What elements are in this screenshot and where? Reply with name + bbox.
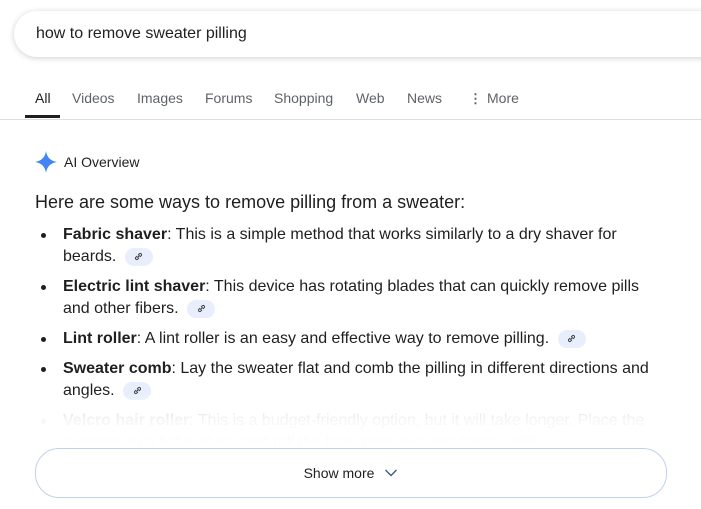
item-title: Lint roller [63,330,137,347]
list-item: Fabric shaver: This is a simple method t… [35,224,660,268]
search-input[interactable] [36,25,636,43]
more-vert-icon: ⋮ [469,91,482,106]
ai-overview-header: AI Overview [35,151,139,173]
tab-more[interactable]: ⋮ More [469,90,519,107]
tab-web[interactable]: Web [356,90,385,106]
item-title: Sweater comb [63,360,172,377]
active-tab-indicator [25,115,60,118]
source-link-button[interactable] [124,247,153,266]
show-more-label: Show more [303,465,375,481]
show-more-button[interactable]: Show more [35,448,667,498]
tab-all[interactable]: All [35,90,51,106]
ai-overview-label: AI Overview [64,154,140,170]
gemini-sparkle-icon [35,151,57,173]
tab-more-label: More [487,90,519,106]
tab-videos[interactable]: Videos [72,90,115,106]
tab-shopping[interactable]: Shopping [274,90,333,106]
link-icon [135,253,143,261]
tab-news[interactable]: News [407,90,442,106]
item-title: Fabric shaver [63,226,168,243]
item-title: Electric lint shaver [63,278,206,295]
tab-forums[interactable]: Forums [205,90,252,106]
link-icon [568,335,576,343]
source-link-button[interactable] [187,299,216,318]
list-item: Electric lint shaver: This device has ro… [35,276,660,320]
tab-images[interactable]: Images [137,90,183,106]
item-text: : A lint roller is an easy and effective… [136,330,550,347]
chevron-down-icon [385,469,398,477]
search-tabs: All Videos Images Forums Shopping Web Ne… [0,78,701,120]
list-item: Lint roller: A lint roller is an easy an… [35,328,660,350]
search-box[interactable] [14,11,701,57]
link-icon [197,305,205,313]
ai-overview-intro: Here are some ways to remove pilling fro… [35,192,466,212]
source-link-button[interactable] [557,329,586,348]
